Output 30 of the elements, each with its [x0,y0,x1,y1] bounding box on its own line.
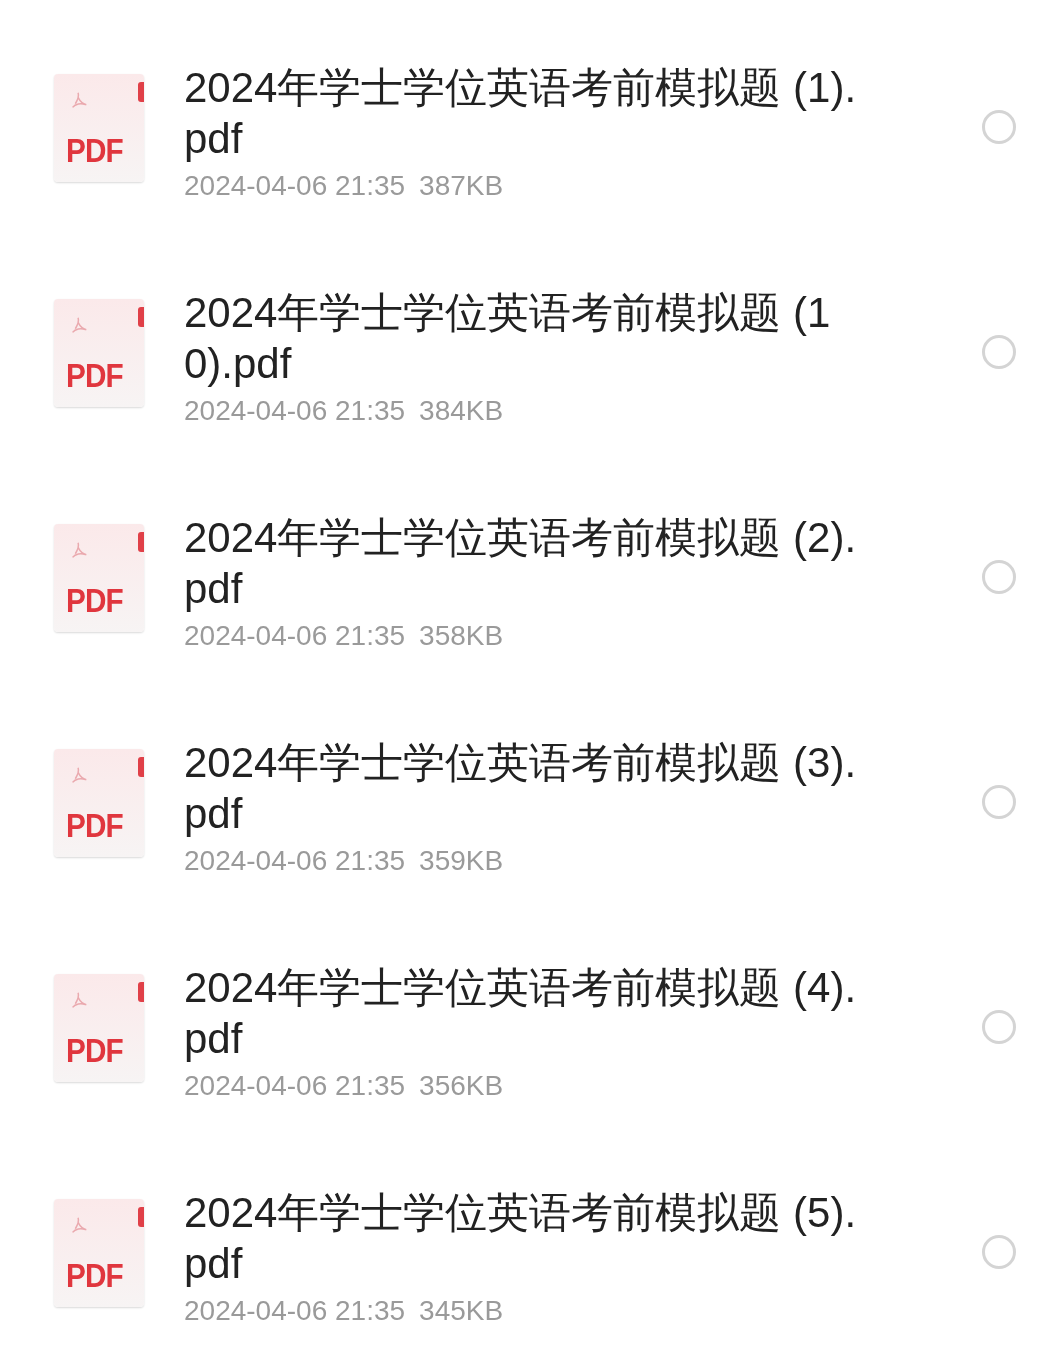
file-type-label: PDF [66,584,123,617]
file-type-label: PDF [66,134,123,167]
file-size: 358KB [419,619,504,653]
file-date: 2024-04-06 21:35 [184,394,406,428]
select-radio[interactable] [982,110,1016,144]
file-date: 2024-04-06 21:35 [184,619,406,653]
file-name[interactable]: 2024年学士学位英语考前模拟题 (3).pdf [184,737,874,839]
select-radio[interactable] [982,1010,1016,1044]
file-name[interactable]: 2024年学士学位英语考前模拟题 (4).pdf [184,962,874,1064]
file-date: 2024-04-06 21:35 [184,844,406,878]
file-size: 345KB [419,1294,504,1328]
file-type-label: PDF [66,1259,123,1292]
file-type-label: PDF [66,809,123,842]
select-radio[interactable] [982,1235,1016,1269]
file-type-label: PDF [66,359,123,392]
select-radio[interactable] [982,560,1016,594]
file-size: 359KB [419,844,504,878]
select-radio[interactable] [982,335,1016,369]
file-name[interactable]: 2024年学士学位英语考前模拟题 (5).pdf [184,1187,874,1289]
file-date: 2024-04-06 21:35 [184,169,406,203]
file-name[interactable]: 2024年学士学位英语考前模拟题 (2).pdf [184,512,874,614]
file-name[interactable]: 2024年学士学位英语考前模拟题 (1).pdf [184,62,874,164]
file-size: 356KB [419,1069,504,1103]
file-size: 384KB [419,394,504,428]
file-name[interactable]: 2024年学士学位英语考前模拟题 (10).pdf [184,287,874,389]
file-type-label: PDF [66,1034,123,1067]
select-radio[interactable] [982,785,1016,819]
file-date: 2024-04-06 21:35 [184,1069,406,1103]
file-date: 2024-04-06 21:35 [184,1294,406,1328]
file-size: 387KB [419,169,504,203]
